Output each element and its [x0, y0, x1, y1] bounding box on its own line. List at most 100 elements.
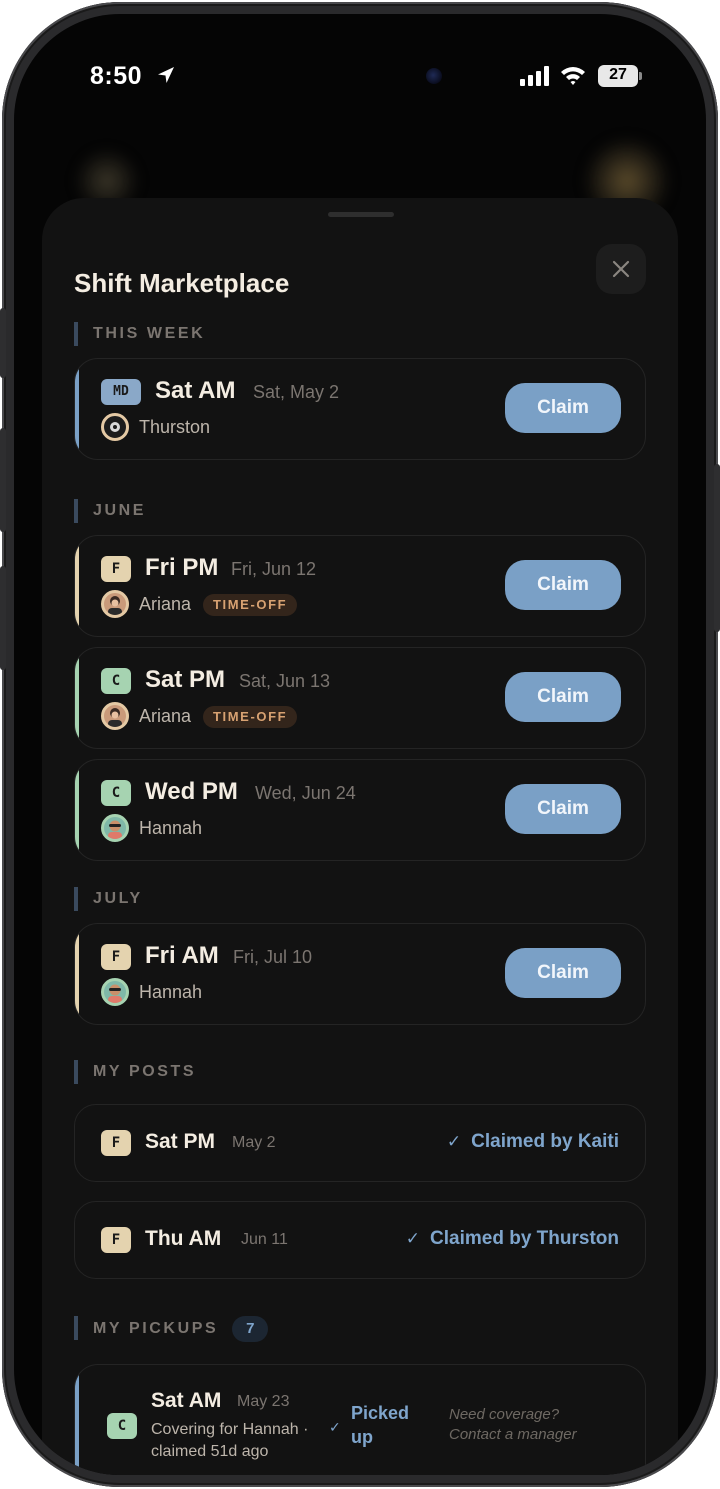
picked-up-status: ✓ Picked up: [329, 1401, 410, 1449]
side-button-volume-down: [0, 566, 6, 670]
shift-date: May 23: [237, 1393, 290, 1410]
avatar-image: [108, 596, 122, 615]
shift-name: Sat AM: [155, 377, 236, 404]
poster-name: Ariana: [139, 594, 192, 614]
shift-date: Fri, Jul 10: [233, 947, 313, 967]
role-tag: C: [101, 668, 131, 694]
shift-date: Sat, Jun 13: [239, 671, 331, 691]
card-accent: [75, 924, 79, 1024]
card-accent: [75, 536, 79, 636]
section-this-week: THIS WEEK: [74, 322, 205, 346]
avatar-image: [108, 820, 122, 839]
avatar: [101, 413, 129, 441]
avatar-image: [108, 708, 122, 727]
sheet-title: Shift Marketplace: [74, 268, 290, 298]
claimed-status: ✓ Claimed by Thurston: [406, 1228, 619, 1250]
time-off-badge: TIME-OFF: [203, 594, 298, 616]
card-accent: [75, 1365, 79, 1475]
time-off-badge: TIME-OFF: [203, 706, 298, 728]
role-tag: C: [107, 1413, 137, 1439]
shift-name: Fri PM: [145, 554, 219, 581]
claim-button[interactable]: Claim: [505, 784, 621, 834]
checkmark-icon: ✓: [446, 1132, 462, 1151]
battery-cap: [639, 72, 642, 80]
front-camera: [426, 68, 442, 84]
avatar: [101, 814, 129, 842]
phone-screen: 8:50 27 Shift Marketplace THIS WEEK MD S…: [14, 14, 706, 1475]
wifi-icon: [561, 67, 585, 85]
close-button[interactable]: [596, 244, 646, 294]
coverage-note: Need coverage? Contact a manager: [449, 1405, 577, 1445]
close-icon: [612, 260, 630, 278]
avatar: [101, 702, 129, 730]
shift-name: Wed PM: [145, 778, 238, 805]
role-tag: F: [101, 556, 131, 582]
my-post-card[interactable]: F Sat PM May 2 ✓ Claimed by Kaiti: [74, 1104, 646, 1182]
shift-card[interactable]: C Wed PM Wed, Jun 24 Hannah Claim: [74, 759, 646, 861]
picked-up-line-1: Picked: [351, 1403, 410, 1423]
claim-button[interactable]: Claim: [505, 672, 621, 722]
poster-name: Hannah: [139, 818, 203, 838]
pickup-card[interactable]: C Sat AM May 23 Covering for Hannah · cl…: [74, 1364, 646, 1475]
role-tag: F: [101, 1130, 131, 1156]
avatar: [101, 590, 129, 618]
coverage-note-line-1: Need coverage?: [449, 1406, 560, 1423]
side-button-volume-up: [0, 428, 6, 532]
role-tag: F: [101, 944, 131, 970]
shift-name: Sat PM: [145, 666, 226, 693]
shift-date: Sat, May 2: [253, 382, 340, 402]
shift-date: Wed, Jun 24: [255, 783, 356, 803]
section-my-pickups-label: MY PICKUPS: [93, 1320, 219, 1337]
section-my-pickups: MY PICKUPS 7: [74, 1316, 269, 1342]
poster-name: Thurston: [139, 417, 211, 437]
claimed-ago-text: claimed 51d ago: [151, 1443, 269, 1460]
shift-card[interactable]: C Sat PM Sat, Jun 13 Ariana TIME-OFF Cla…: [74, 647, 646, 749]
location-arrow-icon: [158, 67, 174, 83]
avatar-image: [108, 984, 122, 1003]
shift-card[interactable]: MD Sat AM Sat, May 2 Thurston Claim: [74, 358, 646, 460]
battery-indicator: 27: [598, 65, 642, 87]
status-time: 8:50: [90, 62, 143, 90]
shift-name: Sat AM: [151, 1389, 222, 1412]
claim-button[interactable]: Claim: [505, 560, 621, 610]
role-tag: MD: [101, 379, 141, 405]
checkmark-icon: ✓: [329, 1419, 341, 1435]
shift-name: Thu AM: [145, 1227, 222, 1250]
side-button-action: [0, 308, 6, 378]
claim-button[interactable]: Claim: [505, 383, 621, 433]
card-accent: [75, 760, 79, 860]
poster-name: Hannah: [139, 982, 203, 1002]
sheet-grabber[interactable]: [328, 212, 394, 217]
avatar: [101, 978, 129, 1006]
coverage-note-line-2: Contact a manager: [449, 1426, 577, 1443]
claimed-status: ✓ Claimed by Kaiti: [447, 1131, 619, 1153]
shift-date: Fri, Jun 12: [231, 559, 317, 579]
claimed-status-text: Claimed by Thurston: [430, 1228, 619, 1249]
cellular-signal-icon: [520, 66, 549, 86]
pickups-count-badge: 7: [232, 1316, 269, 1342]
shift-marketplace-sheet: Shift Marketplace THIS WEEK MD Sat AM Sa…: [42, 198, 678, 1475]
battery-level: 27: [609, 66, 627, 83]
shift-date: Jun 11: [241, 1231, 288, 1248]
shift-date: May 2: [232, 1134, 276, 1151]
section-july: JULY: [74, 887, 143, 911]
covering-text: Covering for Hannah ·: [151, 1421, 309, 1438]
card-accent: [75, 359, 79, 459]
checkmark-icon: ✓: [405, 1229, 421, 1248]
section-june: JUNE: [74, 499, 146, 523]
shift-name: Fri AM: [145, 942, 219, 969]
shift-name: Sat PM: [145, 1130, 216, 1153]
role-tag: F: [101, 1227, 131, 1253]
my-post-card[interactable]: F Thu AM Jun 11 ✓ Claimed by Thurston: [74, 1201, 646, 1279]
side-button-power: [714, 464, 720, 632]
section-my-posts: MY POSTS: [74, 1060, 196, 1084]
shift-card[interactable]: F Fri AM Fri, Jul 10 Hannah Claim: [74, 923, 646, 1025]
claimed-status-text: Claimed by Kaiti: [471, 1131, 619, 1152]
picked-up-line-2: up: [351, 1427, 373, 1447]
claim-button[interactable]: Claim: [505, 948, 621, 998]
avatar-image: [110, 422, 120, 432]
shift-card[interactable]: F Fri PM Fri, Jun 12 Ariana TIME-OFF Cla…: [74, 535, 646, 637]
role-tag: C: [101, 780, 131, 806]
poster-name: Ariana: [139, 706, 192, 726]
card-accent: [75, 648, 79, 748]
